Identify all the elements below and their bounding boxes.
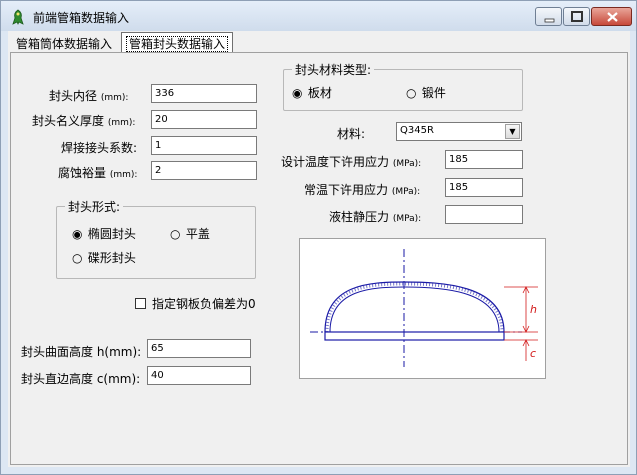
close-button[interactable] [591,7,632,26]
corrosion-label: 腐蚀裕量 (mm): [58,166,138,180]
material-type-group: 封头材料类型: ◉ 板材 ○ 锻件 [283,61,523,111]
tab-head-data[interactable]: 管箱封头数据输入 [121,32,234,52]
radio-unselected-icon: ○ [406,86,417,100]
nominal-thickness-label: 封头名义厚度 (mm): [32,114,136,128]
weld-coeff-label: 焊接接头系数: [61,141,138,155]
maximize-icon [571,11,583,22]
radio-plate-label: 板材 [307,86,332,100]
app-icon [12,9,24,25]
material-select[interactable]: Q345R ▼ [396,122,522,141]
radio-dished-head[interactable]: ○ 碟形封头 [72,249,136,266]
nominal-thickness-input[interactable] [151,110,257,129]
neg-tolerance-label: 指定钢板负偏差为0 [152,297,256,311]
maximize-button[interactable] [563,7,590,26]
straight-height-input[interactable] [147,366,251,385]
curve-height-label: 封头曲面高度 h(mm): [21,345,142,359]
weld-coeff-input[interactable] [151,136,257,155]
radio-unselected-icon: ○ [72,251,83,265]
curve-height-input[interactable] [147,339,251,358]
radio-flat-label: 平盖 [185,227,210,241]
dim-h-text: h [530,303,537,316]
radio-flat-cover[interactable]: ○ 平盖 [170,225,210,242]
app-window: 前端管箱数据输入 管箱筒体数据输入 管箱封头数据输入 封头内径 (mm): 封头… [0,0,637,475]
liquid-pressure-label: 液柱静压力 (MPa): [329,210,422,224]
inner-diameter-label: 封头内径 (mm): [49,89,129,103]
tab-head-label: 管箱封头数据输入 [126,36,229,52]
normal-stress-input[interactable] [445,178,523,197]
tab-shell-label: 管箱筒体数据输入 [16,37,113,51]
inner-diameter-input[interactable] [151,84,257,103]
straight-height-label: 封头直边高度 c(mm): [21,372,141,386]
head-outer-arc [324,281,505,333]
minimize-button[interactable] [535,7,562,26]
material-select-value: Q345R [400,125,434,136]
dim-c-text: c [530,347,536,360]
radio-forging-label: 锻件 [421,86,446,100]
title-bar: 前端管箱数据输入 [1,1,636,31]
head-hatch [325,282,504,333]
radio-dished-label: 碟形封头 [87,251,136,265]
liquid-pressure-input[interactable] [445,205,523,224]
chevron-down-icon[interactable]: ▼ [505,124,520,139]
radio-forging[interactable]: ○ 锻件 [406,84,446,101]
head-diagram: h c [299,238,546,379]
radio-ellipse-label: 椭圆封头 [87,227,136,241]
radio-unselected-icon: ○ [170,227,181,241]
client-area: 管箱筒体数据输入 管箱封头数据输入 封头内径 (mm): 封头名义厚度 (mm)… [8,31,630,467]
tab-panel: 封头内径 (mm): 封头名义厚度 (mm): 焊接接头系数: 腐蚀裕量 (mm… [10,52,628,465]
design-stress-input[interactable] [445,150,523,169]
minimize-icon [544,18,555,23]
close-icon [607,12,618,22]
ellipse-head-drawing: h c [310,249,538,367]
head-type-group: 封头形式: ◉ 椭圆封头 ○ 平盖 ○ 碟形封头 [56,198,256,279]
tab-shell-data[interactable]: 管箱筒体数据输入 [12,33,116,53]
design-stress-label: 设计温度下许用应力 (MPa): [281,155,422,169]
corrosion-input[interactable] [151,161,257,180]
radio-selected-icon: ◉ [72,227,83,241]
material-label: 材料: [337,127,366,141]
checkbox-box [135,298,146,309]
head-type-title: 封头形式: [65,198,124,215]
window-title: 前端管箱数据输入 [33,11,130,25]
straight-flange [324,331,505,341]
radio-selected-icon: ◉ [292,86,303,100]
material-type-title: 封头材料类型: [292,61,375,78]
radio-plate[interactable]: ◉ 板材 [292,84,332,101]
normal-stress-label: 常温下许用应力 (MPa): [304,183,421,197]
radio-ellipse-head[interactable]: ◉ 椭圆封头 [72,225,136,242]
neg-tolerance-checkbox[interactable]: 指定钢板负偏差为0 [135,295,256,312]
